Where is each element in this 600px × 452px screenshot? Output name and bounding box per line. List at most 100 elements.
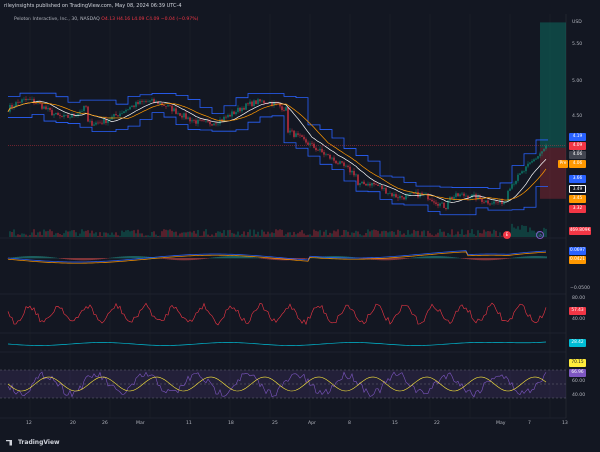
- volume-bar: [253, 229, 255, 237]
- footer-brand[interactable]: TradingView: [6, 439, 60, 446]
- volume-bar: [153, 231, 155, 237]
- macd-histogram-bar: [431, 256, 433, 259]
- candle-body: [19, 102, 21, 103]
- volume-bar: [95, 232, 97, 237]
- macd-histogram-bar: [203, 258, 205, 259]
- chart-canvas[interactable]: [0, 0, 600, 452]
- macd-histogram-bar: [399, 258, 401, 260]
- candle-body: [159, 102, 161, 105]
- volume-bar: [87, 230, 89, 237]
- volume-bar: [185, 232, 187, 237]
- macd-histogram-bar: [167, 258, 169, 260]
- candle-body: [231, 111, 233, 117]
- volume-bar: [413, 229, 415, 237]
- volume-bar: [465, 234, 467, 237]
- candle-body: [67, 115, 69, 118]
- volume-bar: [99, 232, 101, 237]
- volume-bar: [135, 233, 137, 237]
- volume-bar: [279, 229, 281, 237]
- candle-body: [321, 148, 323, 153]
- volume-bar: [73, 230, 75, 237]
- candle-body: [127, 109, 129, 110]
- candle-body: [235, 112, 237, 115]
- macd-histogram-bar: [111, 257, 113, 259]
- volume-bar: [383, 230, 385, 237]
- volume-bar: [439, 229, 441, 237]
- volume-bar: [419, 235, 421, 237]
- volume-bar: [319, 230, 321, 237]
- candle-body: [255, 100, 257, 105]
- macd-histogram-bar: [125, 256, 127, 259]
- volume-tag: 469.809K: [569, 227, 591, 235]
- volume-bar: [195, 233, 197, 237]
- macd-histogram-bar: [27, 256, 29, 259]
- volume-bar: [15, 235, 17, 237]
- volume-bar: [461, 229, 463, 237]
- macd-histogram-bar: [221, 256, 223, 259]
- volume-bar: [425, 235, 427, 237]
- candle-body: [125, 109, 127, 112]
- macd-histogram-bar: [87, 258, 89, 261]
- macd-histogram-bar: [421, 256, 423, 259]
- dividend-marker-icon[interactable]: ↺: [536, 231, 544, 239]
- volume-bar: [359, 234, 361, 237]
- volume-bar: [369, 231, 371, 237]
- candle-body: [247, 103, 249, 105]
- volume-bar: [133, 230, 135, 237]
- earnings-marker[interactable]: E: [503, 231, 511, 239]
- volume-bar: [71, 230, 73, 237]
- candle-body: [311, 143, 313, 144]
- candle-body: [211, 124, 213, 126]
- candle-body: [245, 103, 247, 110]
- volume-bar: [35, 234, 37, 237]
- candle-body: [375, 184, 377, 185]
- macd-histogram-bar: [439, 256, 441, 259]
- macd-histogram-bar: [93, 258, 95, 260]
- candle-body: [29, 99, 31, 100]
- candle-body: [331, 157, 333, 159]
- volume-bar: [511, 223, 513, 237]
- candle-body: [473, 194, 475, 195]
- volume-bar: [379, 233, 381, 237]
- macd-histogram-bar: [247, 256, 249, 259]
- rsi2-tag: 70.15: [569, 359, 586, 367]
- rsi1-tag: 57.43: [569, 307, 586, 315]
- candle-body: [455, 193, 457, 197]
- candle-body: [131, 105, 133, 108]
- volume-bar: [237, 231, 239, 237]
- time-axis-label: 7: [528, 421, 531, 426]
- macd-tick: −0.0500: [570, 286, 590, 291]
- candle-body: [367, 183, 369, 186]
- volume-bar: [401, 234, 403, 237]
- candle-body: [497, 202, 499, 203]
- price-tag-close: 4.06: [569, 151, 586, 159]
- volume-bar: [231, 232, 233, 237]
- volume-bar: [347, 231, 349, 237]
- volume-bar: [33, 229, 35, 237]
- volume-bar: [105, 232, 107, 237]
- candle-body: [213, 123, 215, 126]
- volume-bar: [281, 229, 283, 237]
- macd-histogram-bar: [189, 258, 191, 261]
- macd-histogram-bar: [503, 258, 505, 260]
- candle-body: [531, 161, 533, 163]
- candle-body: [289, 130, 291, 133]
- candle-body: [85, 105, 87, 107]
- macd-signal-tag: 0.0421: [569, 256, 586, 264]
- macd-histogram-bar: [481, 258, 483, 261]
- candle-body: [519, 173, 521, 175]
- volume-bar: [325, 229, 327, 237]
- time-axis-label: 13: [562, 421, 568, 426]
- candle-body: [243, 107, 245, 110]
- volume-bar: [299, 231, 301, 237]
- time-axis-label: 15: [392, 421, 398, 426]
- macd-histogram-bar: [95, 258, 97, 260]
- macd-histogram-bar: [457, 257, 459, 259]
- volume-bar: [455, 234, 457, 237]
- volume-bar: [65, 230, 67, 237]
- macd-histogram-bar: [29, 256, 31, 259]
- candle-body: [539, 153, 541, 157]
- volume-bar: [159, 235, 161, 237]
- macd-histogram-bar: [213, 257, 215, 259]
- macd-histogram-bar: [405, 258, 407, 259]
